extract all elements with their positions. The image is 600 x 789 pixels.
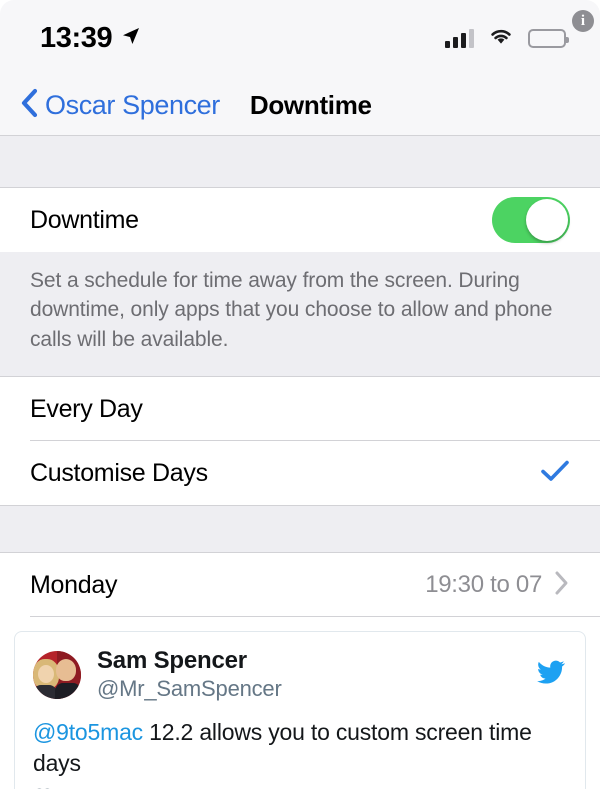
avatar — [33, 650, 81, 699]
back-button-label: Oscar Spencer — [45, 90, 220, 120]
monday-row-right: 19:30 to 07 — [425, 570, 570, 601]
checkmark-icon — [540, 458, 570, 489]
downtime-toggle[interactable] — [492, 197, 570, 243]
tweet-display-name: Sam Spencer — [97, 647, 247, 675]
twitter-bird-icon[interactable] — [535, 658, 567, 691]
status-bar: 13:39 i — [0, 0, 600, 76]
section-gap-top — [0, 136, 600, 188]
chevron-left-icon — [20, 88, 38, 123]
status-bar-right — [445, 26, 569, 51]
customise-days-label: Customise Days — [30, 458, 208, 487]
every-day-label: Every Day — [30, 394, 143, 423]
tweet-author-block: Sam Spencer @Mr_SamSpencer — [97, 646, 535, 703]
embedded-tweet-card[interactable]: Sam Spencer @Mr_SamSpencer @9to5mac 12.2… — [14, 631, 586, 789]
back-button[interactable]: Oscar Spencer — [20, 88, 220, 123]
status-bar-left: 13:39 — [40, 22, 141, 55]
downtime-label: Downtime — [30, 205, 139, 234]
tweet-mention[interactable]: @9to5mac — [33, 719, 143, 745]
chevron-right-icon — [554, 570, 570, 601]
toggle-knob — [526, 199, 568, 241]
downtime-description: Set a schedule for time away from the sc… — [0, 252, 600, 378]
monday-time-value: 19:30 to 07 — [425, 571, 542, 599]
location-arrow-icon — [121, 26, 141, 51]
iphone-screen: 13:39 i Oscar Spencer Downtime Downtime … — [0, 0, 600, 789]
status-time: 13:39 — [40, 21, 113, 54]
tweet-header: Sam Spencer @Mr_SamSpencer — [15, 632, 585, 707]
downtime-toggle-row[interactable]: Downtime — [0, 188, 600, 252]
schedule-option-customise-days[interactable]: Customise Days — [0, 441, 600, 506]
battery-icon — [528, 28, 569, 48]
monday-label: Monday — [30, 570, 118, 599]
page-title: Downtime — [249, 90, 372, 120]
navigation-bar: Oscar Spencer Downtime — [0, 76, 600, 136]
tweet-meta: 2 10:02 PM - Jan 26, 2019 — [15, 779, 585, 789]
section-gap-middle — [0, 505, 600, 554]
wifi-icon — [488, 26, 514, 51]
day-row-monday[interactable]: Monday 19:30 to 07 — [0, 553, 600, 618]
schedule-option-every-day[interactable]: Every Day — [0, 377, 600, 442]
cellular-signal-icon — [445, 28, 474, 48]
tweet-text: @9to5mac 12.2 allows you to custom scree… — [15, 707, 585, 779]
info-badge-icon: i — [572, 10, 594, 32]
tweet-handle: @Mr_SamSpencer — [97, 676, 282, 702]
